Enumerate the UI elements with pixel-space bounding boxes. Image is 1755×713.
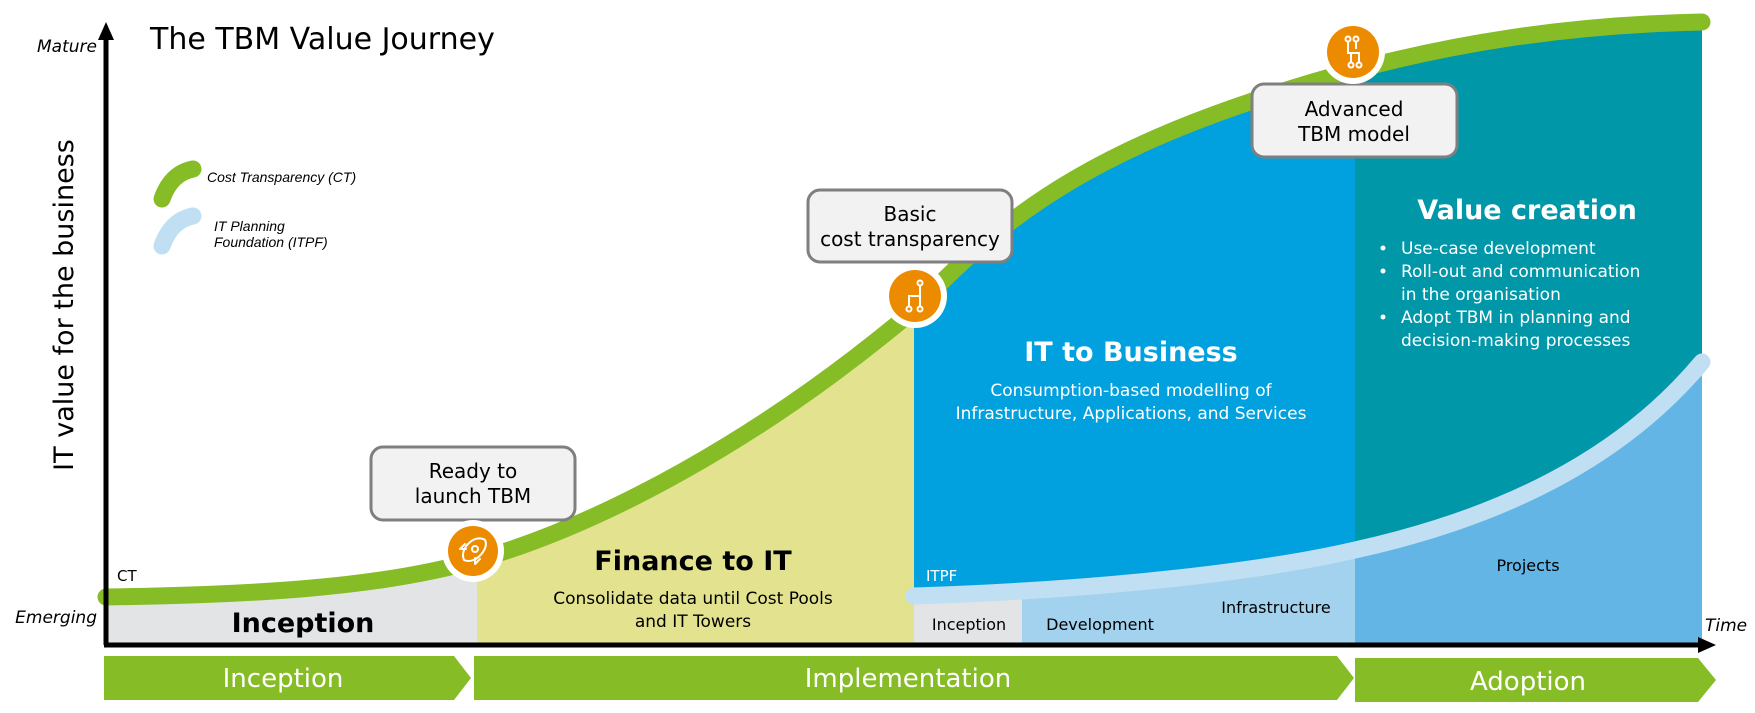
milestone-advanced-line2: TBM model [1297, 122, 1410, 146]
bullet-icon [1380, 314, 1386, 320]
milestone-basic: Basic cost transparency [806, 188, 1014, 264]
phase-adoption-label: Adoption [1470, 667, 1586, 697]
milestone-basic-line1: Basic [884, 202, 937, 226]
phase-implementation-label: Implementation [805, 664, 1011, 694]
milestone-ready: Ready to launch TBM [369, 445, 577, 522]
milestone-basic-line2: cost transparency [820, 227, 1000, 251]
finance-desc-1: Consolidate data until Cost Pools [553, 589, 833, 609]
value-creation-bullet-0-line-0: Use-case development [1401, 239, 1596, 259]
bullet-icon [1380, 268, 1386, 274]
milestone-advanced-line1: Advanced [1305, 97, 1404, 121]
value-creation-title: Value creation [1417, 195, 1637, 226]
rocket-icon [442, 520, 504, 582]
tbm-value-journey-diagram: The TBM Value Journey Mature Emerging Ti… [15, 13, 1747, 702]
y-axis-arrow-icon [98, 22, 114, 40]
value-creation-bullet-1-line-1: in the organisation [1401, 285, 1561, 305]
itpf-projects-label: Projects [1496, 556, 1559, 575]
legend-itpf-label-1: IT Planning [214, 218, 285, 234]
legend-ct-swatch [153, 160, 202, 208]
phase-implementation: Implementation [474, 656, 1354, 700]
finance-title: Finance to IT [594, 546, 792, 577]
legend-itpf-label-2: Foundation (ITPF) [214, 234, 328, 250]
diagram-title: The TBM Value Journey [149, 22, 495, 57]
y-axis-bottom-label: Emerging [15, 608, 97, 628]
phase-inception-label: Inception [223, 664, 344, 694]
circuit-icon [883, 264, 947, 328]
milestone-ready-line1: Ready to [429, 459, 518, 483]
itpf-curve-label: ITPF [926, 567, 957, 585]
legend-itpf-swatch [153, 207, 202, 255]
y-axis-label: IT value for the business [49, 139, 80, 471]
x-axis-end-label: Time [1705, 616, 1747, 636]
milestone-ready-line2: launch TBM [415, 484, 531, 508]
it-business-desc-1: Consumption-based modelling of [990, 381, 1272, 401]
finance-desc-2: and IT Towers [635, 612, 751, 632]
value-creation-bullet-2-line-0: Adopt TBM in planning and [1401, 308, 1631, 328]
it-business-desc-2: Infrastructure, Applications, and Servic… [956, 404, 1307, 424]
phase-inception: Inception [104, 656, 471, 700]
circuit-branch-icon [1321, 20, 1385, 84]
legend-ct-label: Cost Transparency (CT) [207, 169, 356, 185]
milestone-advanced: Advanced TBM model [1250, 82, 1459, 159]
y-axis-top-label: Mature [37, 37, 97, 57]
x-axis-arrow-icon [1698, 637, 1716, 653]
bullet-icon [1380, 245, 1386, 251]
itpf-infrastructure-label: Infrastructure [1221, 598, 1330, 617]
itpf-inception-label: Inception [932, 615, 1006, 634]
phase-adoption: Adoption [1355, 658, 1716, 702]
value-creation-bullet-1-line-0: Roll-out and communication [1401, 262, 1640, 282]
it-business-title: IT to Business [1024, 337, 1238, 368]
value-creation-bullet-2-line-1: decision-making processes [1401, 331, 1631, 351]
inception-title: Inception [232, 608, 375, 639]
itpf-development-label: Development [1046, 615, 1154, 634]
ct-curve-label: CT [117, 567, 137, 585]
